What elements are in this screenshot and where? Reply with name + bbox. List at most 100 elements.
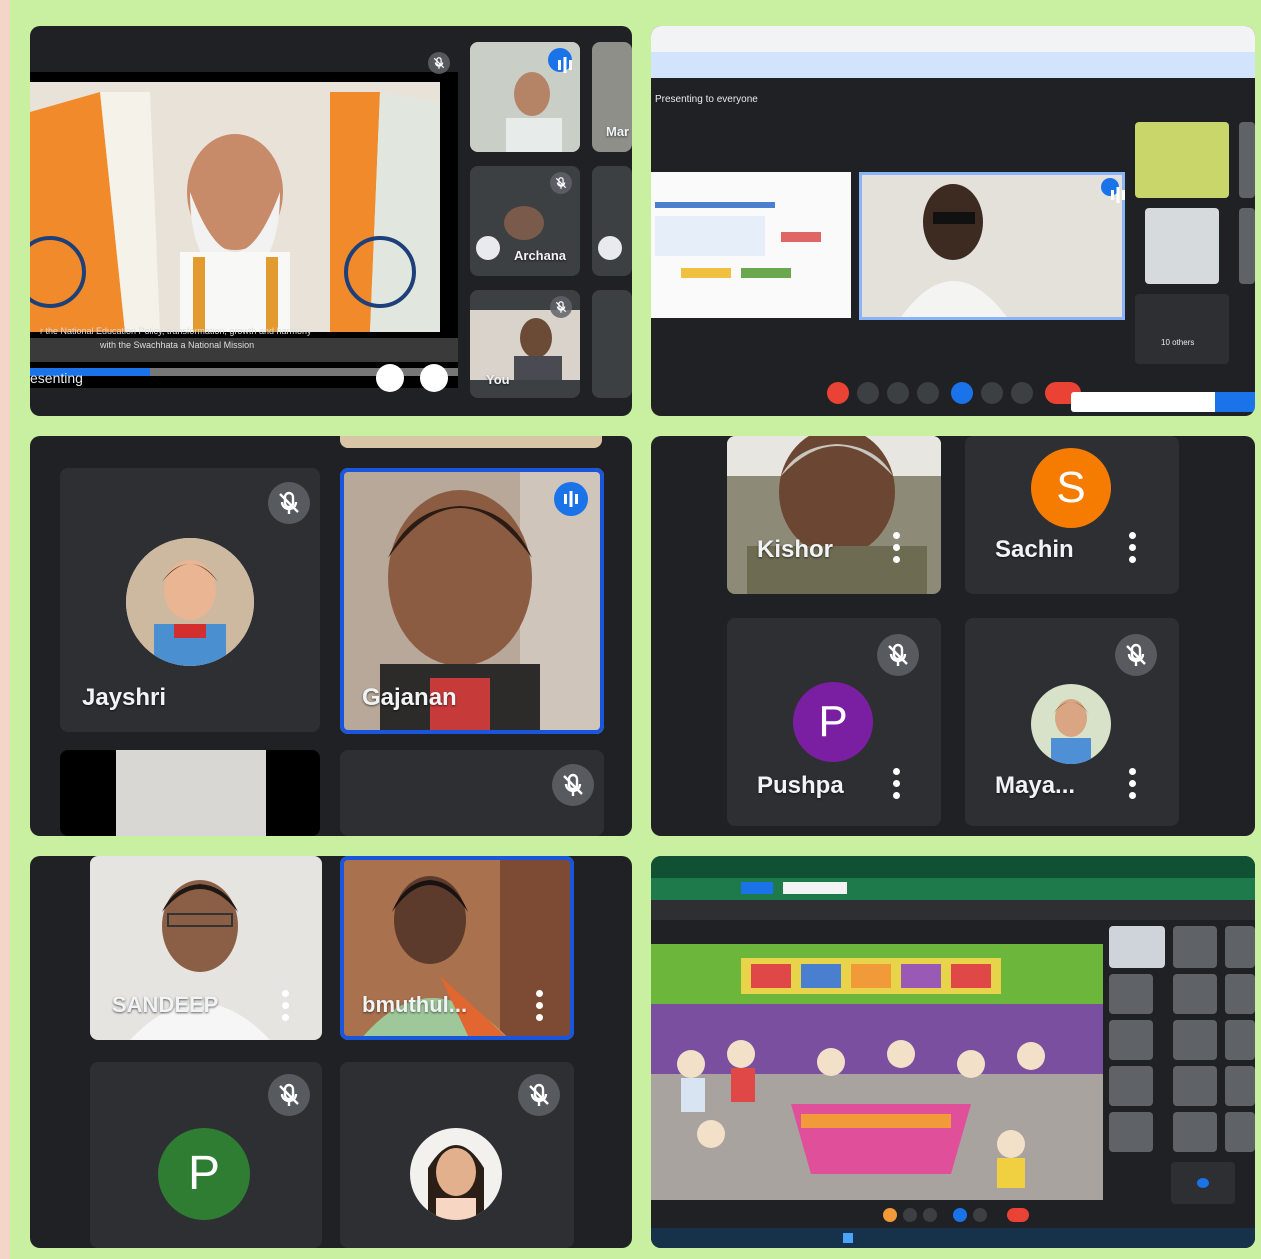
more-options-icon[interactable]: [893, 768, 901, 804]
meeting-screenshot-middle-right: Kishor S Sachin P Pushpa Maya...: [651, 436, 1255, 836]
more-options-icon[interactable]: [282, 990, 290, 1026]
participant-tile-archana[interactable]: Archana: [470, 166, 580, 276]
present-button[interactable]: [953, 1208, 967, 1222]
participant-thumb[interactable]: [1109, 1066, 1153, 1106]
present-button[interactable]: [951, 382, 973, 404]
avatar-photo: [126, 538, 254, 666]
participant-thumb[interactable]: [1225, 1020, 1255, 1060]
mic-off-icon: [550, 296, 572, 318]
video-caption-line2: with the Swachhata a National Mission: [100, 340, 255, 350]
participant-tile-6[interactable]: [592, 290, 632, 398]
participant-thumb[interactable]: [1145, 208, 1219, 284]
participant-thumb[interactable]: [1239, 122, 1255, 198]
participant-tile-sandeep[interactable]: SANDEEP: [90, 856, 322, 1040]
participant-thumb[interactable]: [1225, 1066, 1255, 1106]
participant-thumb[interactable]: [1173, 926, 1217, 968]
stop-sharing-button[interactable]: [1215, 392, 1255, 412]
participant-thumb[interactable]: [1225, 926, 1255, 968]
avatar: [1031, 684, 1111, 764]
more-options-button[interactable]: [973, 1208, 987, 1222]
self-view-thumb[interactable]: [1171, 1162, 1235, 1204]
participant-thumb[interactable]: [1109, 1112, 1153, 1152]
participant-thumb[interactable]: [1109, 926, 1165, 968]
participant-thumb[interactable]: [1173, 1020, 1217, 1060]
toolbar-button[interactable]: [783, 882, 847, 894]
browser-address-bar[interactable]: [651, 878, 1255, 900]
avatar-photo: [1031, 684, 1111, 764]
meeting-screenshot-middle-left: Jayshri Gajanan: [30, 436, 632, 836]
participant-tile-girl[interactable]: [340, 1062, 574, 1248]
participant-tile-pushpa[interactable]: P Pushpa: [727, 618, 941, 826]
participant-tile-jayshri[interactable]: Jayshri: [60, 468, 320, 732]
participant-tile-gajanan[interactable]: Gajanan: [340, 468, 604, 734]
more-options-icon[interactable]: [1129, 532, 1137, 568]
taskbar: [651, 1228, 1255, 1248]
more-options-icon[interactable]: [1129, 768, 1137, 804]
present-icon[interactable]: [376, 364, 404, 392]
participant-thumb[interactable]: [1173, 974, 1217, 1014]
shared-slide: [651, 172, 851, 318]
mic-toggle-button[interactable]: [883, 1208, 897, 1222]
participant-thumb[interactable]: [1225, 1112, 1255, 1152]
mic-off-icon: [550, 172, 572, 194]
camera-icon: [1197, 1178, 1209, 1188]
participant-tile-p[interactable]: P: [90, 1062, 322, 1248]
avatar: P: [158, 1128, 250, 1220]
more-options-icon[interactable]: [536, 990, 544, 1026]
meeting-screenshot-top-right: Presenting to everyone 10 others: [651, 26, 1255, 416]
end-call-button[interactable]: [1007, 1208, 1029, 1222]
mic-off-icon: [552, 764, 594, 806]
classroom-video: [651, 944, 1103, 1200]
avatar: P: [793, 682, 873, 762]
participant-tile-bmuthul[interactable]: bmuthul...: [340, 856, 574, 1040]
emoji-button[interactable]: [917, 382, 939, 404]
toolbar-button[interactable]: [741, 882, 773, 894]
participant-thumb[interactable]: [1173, 1066, 1217, 1106]
mic-off-icon: [268, 1074, 310, 1116]
mic-off-icon: [268, 482, 310, 524]
participant-name: You: [486, 372, 510, 387]
avatar: [504, 206, 544, 240]
participant-tile-4[interactable]: [592, 166, 632, 276]
mic-off-icon: [1115, 634, 1157, 676]
participant-thumb[interactable]: [1225, 974, 1255, 1014]
mic-toggle-button[interactable]: [827, 382, 849, 404]
camera-toggle-button[interactable]: [903, 1208, 917, 1222]
presented-video[interactable]: r the National Education Policy, transfo…: [30, 72, 458, 388]
participant-thumb[interactable]: [1239, 208, 1255, 284]
participant-tile-maya[interactable]: Maya...: [965, 618, 1179, 826]
participant-tile-2[interactable]: Mar: [592, 42, 632, 152]
sharing-toast: [1071, 392, 1255, 412]
participant-tile-kishor[interactable]: Kishor: [727, 436, 941, 594]
participant-thumb[interactable]: [1135, 122, 1229, 198]
classroom-scene: [651, 944, 1103, 1200]
participant-tile-camera[interactable]: [60, 750, 320, 836]
captions-button[interactable]: [923, 1208, 937, 1222]
participant-thumb[interactable]: [1109, 1020, 1153, 1060]
participant-name: Sachin: [995, 536, 1074, 563]
participant-name: Gajanan: [362, 684, 457, 711]
browser-tab-strip[interactable]: [651, 856, 1255, 878]
camera-toggle-button[interactable]: [857, 382, 879, 404]
participant-name: Kishor: [757, 536, 834, 563]
more-options-button[interactable]: [1011, 382, 1033, 404]
start-button[interactable]: [843, 1233, 853, 1243]
others-label: 10 others: [1161, 338, 1195, 347]
participant-name: Maya...: [995, 772, 1076, 799]
participant-thumb[interactable]: [1109, 974, 1153, 1014]
fullscreen-icon[interactable]: [420, 364, 448, 392]
main-speaker-video: [859, 172, 1125, 320]
meeting-screenshot-bottom-right: [651, 856, 1255, 1248]
participant-name: Jayshri: [82, 684, 167, 711]
participant-tile-sachin[interactable]: S Sachin: [965, 436, 1179, 594]
others-tile[interactable]: 10 others: [1135, 294, 1229, 364]
captions-button[interactable]: [887, 382, 909, 404]
participant-thumb[interactable]: [1173, 1112, 1217, 1152]
participant-tile-you[interactable]: You: [470, 290, 580, 398]
raise-hand-button[interactable]: [981, 382, 1003, 404]
avatar-photo: [410, 1128, 502, 1220]
participant-tile-partial[interactable]: [340, 750, 604, 836]
participant-video: [859, 172, 1125, 320]
more-options-icon[interactable]: [893, 532, 901, 568]
browser-address-bar[interactable]: [651, 26, 1255, 52]
